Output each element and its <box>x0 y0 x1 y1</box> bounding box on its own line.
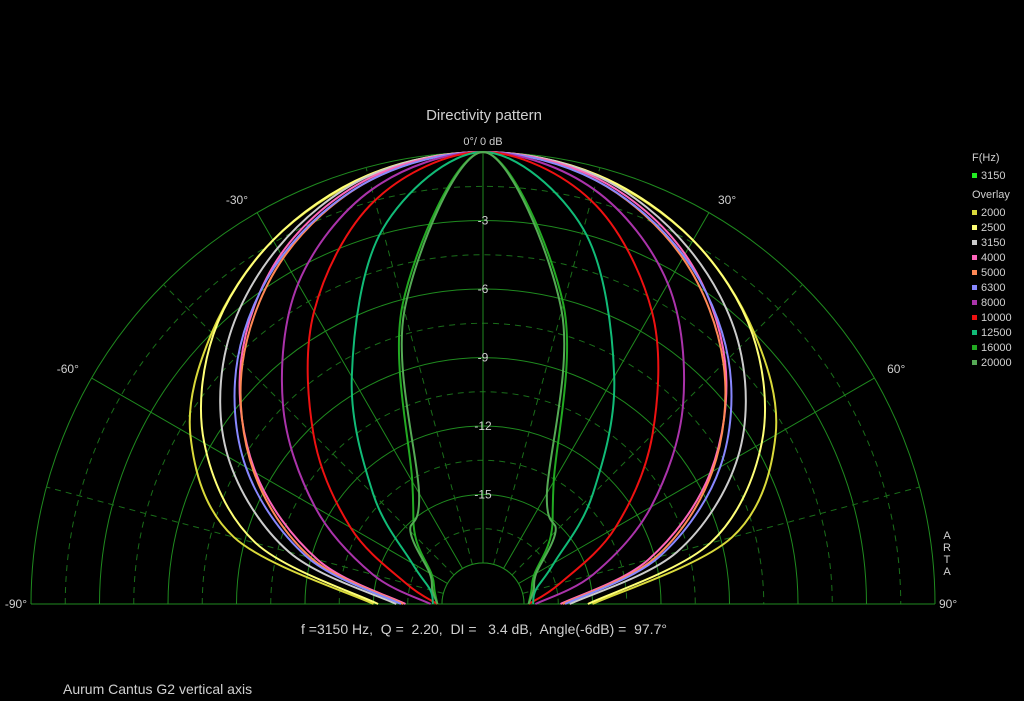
legend-overlay-header: Overlay <box>972 189 1010 201</box>
legend-label: 16000 <box>981 341 1012 354</box>
polar-labels: -3 -6 -9 -12 -15 0°/ 0 dB -90° -60° -30° 30° 60° 90… <box>5 136 958 611</box>
legend-swatch <box>972 315 977 320</box>
summary-readout: f =3150 Hz, Q = 2.20, DI = 3.4 dB, Angle… <box>301 621 667 637</box>
legend-swatch <box>972 225 977 230</box>
radial-tick-label: -3 <box>478 214 489 228</box>
top-axis-label: 0°/ 0 dB <box>463 136 502 148</box>
grid-radial <box>256 212 463 569</box>
legend-item: 6300 <box>972 280 1012 295</box>
legend-label: 10000 <box>981 311 1012 324</box>
grid-radial <box>503 212 710 569</box>
angle-label: -90° <box>5 597 27 611</box>
legend-item: 3150 <box>972 235 1012 250</box>
legend-swatch <box>972 173 977 178</box>
legend-swatch <box>972 285 977 290</box>
legend-item: 4000 <box>972 250 1012 265</box>
legend-label: 2500 <box>981 221 1006 234</box>
legend-label: 12500 <box>981 326 1012 339</box>
chart-title: Directivity pattern <box>426 107 542 124</box>
legend-label: 3150 <box>981 236 1006 249</box>
legend-swatch <box>972 330 977 335</box>
legend-label: 6300 <box>981 281 1006 294</box>
legend-item: 5000 <box>972 265 1012 280</box>
legend-label: 20000 <box>981 356 1012 369</box>
brand-letter: T <box>943 554 951 566</box>
legend-item: 20000 <box>972 355 1012 370</box>
brand-vertical-text: ARTA <box>940 530 954 578</box>
legend-label: 2000 <box>981 206 1006 219</box>
legend-swatch <box>972 210 977 215</box>
legend-overlay-list: 2000 2500 3150 4000 5000 6300 8000 10000 12500 16… <box>972 205 1012 370</box>
grid-radial-minor <box>46 486 444 594</box>
legend-swatch <box>972 270 977 275</box>
angle-label: -60° <box>57 362 79 376</box>
legend-swatch <box>972 360 977 365</box>
angle-label: 60° <box>887 362 905 376</box>
legend-item: 12500 <box>972 325 1012 340</box>
legend-swatch <box>972 345 977 350</box>
angle-label: 90° <box>939 597 957 611</box>
legend-label: 4000 <box>981 251 1006 264</box>
legend-item: 16000 <box>972 340 1012 355</box>
legend-swatch <box>972 255 977 260</box>
brand-letter: A <box>943 530 951 542</box>
radial-tick-label: -6 <box>478 282 489 296</box>
legend-item: 8000 <box>972 295 1012 310</box>
brand-letter: R <box>943 542 951 554</box>
radial-tick-label: -9 <box>478 351 489 365</box>
legend: F(Hz) 3150 Overlay 2000 2500 3150 4000 5000 6… <box>972 152 1012 370</box>
legend-current-item: 3150 <box>972 168 1012 183</box>
legend-label: 8000 <box>981 296 1006 309</box>
legend-freq-header: F(Hz) <box>972 152 1000 164</box>
polar-chart: -3 -6 -9 -12 -15 0°/ 0 dB -90° -60° -30° 30° 60° 90… <box>5 136 958 611</box>
brand-letter: A <box>943 566 951 578</box>
radial-tick-label: -12 <box>474 419 492 433</box>
chart-caption: Aurum Cantus G2 vertical axis <box>63 681 253 697</box>
legend-label: 3150 <box>981 169 1006 182</box>
legend-label: 5000 <box>981 266 1006 279</box>
legend-item: 2500 <box>972 220 1012 235</box>
center-disc <box>441 562 525 605</box>
legend-swatch <box>972 240 977 245</box>
angle-label: -30° <box>226 193 248 207</box>
radial-tick-label: -15 <box>474 488 492 502</box>
angle-label: 30° <box>718 193 736 207</box>
legend-swatch <box>972 300 977 305</box>
legend-item: 10000 <box>972 310 1012 325</box>
legend-item: 2000 <box>972 205 1012 220</box>
